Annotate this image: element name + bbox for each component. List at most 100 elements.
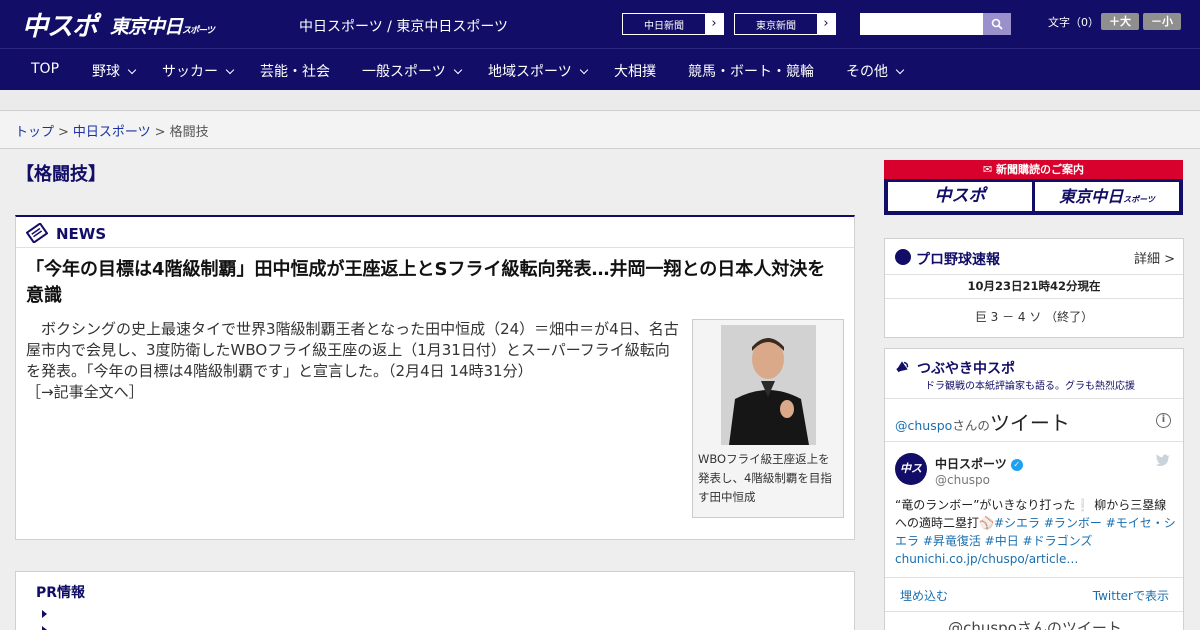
breadcrumb-current: 格闘技 [169, 125, 209, 140]
nav-item-label: 芸能・社会 [260, 64, 330, 80]
nav-item-entertainment[interactable]: 芸能・社会 [260, 61, 330, 81]
photo-caption: WBOフライ級王座返上を発表し、4階級制覇を目指す田中恒成 [698, 452, 832, 504]
nav-item-sumo[interactable]: 大相撲 [614, 61, 656, 81]
pr-title: PR情報 [36, 585, 86, 601]
nav-item-soccer[interactable]: サッカー [162, 61, 235, 81]
bullet-icon [42, 610, 47, 618]
news-headline[interactable]: 「今年の目標は4階級制覇」田中恒成が王座返上とSフライ級転向発表…井岡一翔との日… [26, 257, 836, 309]
news-lead-text: ボクシングの史上最速タイで世界3階級制覇王者となった田中恒成（24）＝畑中＝が4… [26, 320, 679, 380]
chunichi-shimbun-label: 中日新聞 [623, 14, 705, 34]
embed-link[interactable]: 埋め込む [900, 587, 948, 604]
breadcrumb-home-link[interactable]: トップ [15, 125, 54, 140]
subscription-header-text: 新聞購読のご案内 [996, 163, 1085, 176]
breadcrumb-bar: トップ > 中日スポーツ > 格闘技 [0, 111, 1200, 149]
tweet-text: “竜のランボー”がいきなり打った❕ 柳から三塁線への適時二塁打⚾#シエラ #ラン… [895, 496, 1177, 568]
pr-panel: PR情報 [15, 571, 855, 630]
chevron-right-icon: › [823, 16, 829, 31]
baseball-score[interactable]: 巨 3 － 4 ソ （終了） [885, 299, 1183, 325]
chevron-down-icon [127, 65, 137, 75]
tokyo-chunichi-logo[interactable]: 東京中日スポーツ [110, 12, 215, 39]
breadcrumb-separator: > [58, 125, 69, 140]
newspaper-icon [26, 223, 48, 243]
baseball-scores-panel: プロ野球速報 詳細 > 10月23日21時42分現在 巨 3 － 4 ソ （終了… [884, 238, 1184, 338]
chevron-down-icon [453, 65, 462, 75]
subscribe-tokyo-chunichi-text: 東京中日 [1059, 187, 1124, 206]
bullet-icon [42, 626, 47, 630]
tweet-author-handle[interactable]: @chuspo [935, 473, 990, 487]
megaphone-icon [896, 361, 909, 373]
nav-item-label: TOP [31, 61, 60, 77]
nav-item-label: サッカー [162, 64, 218, 80]
tweets-title: つぶやき中スポ [917, 361, 1015, 377]
news-lead: ボクシングの史上最速タイで世界3階級制覇王者となった田中恒成（24）＝畑中＝が4… [26, 319, 681, 403]
chunichi-shimbun-button[interactable]: 中日新聞 › [622, 13, 724, 35]
tweets-divider [885, 441, 1183, 442]
search-icon [991, 18, 1003, 30]
tweets-byline-handle[interactable]: @chuspo [895, 418, 952, 433]
verified-badge-icon: ✓ [1010, 458, 1023, 471]
top-header: 中スポ 東京中日スポーツ 中日スポーツ / 東京中日スポーツ 中日新聞 › 東京… [0, 0, 1200, 48]
boxer-photo-image [721, 325, 816, 445]
info-icon[interactable]: i [1156, 413, 1171, 428]
news-panel: NEWS 「今年の目標は4階級制覇」田中恒成が王座返上とSフライ級転向発表…井岡… [15, 215, 855, 540]
nav-item-baseball[interactable]: 野球 [92, 61, 137, 81]
breadcrumb-section-link[interactable]: 中日スポーツ [73, 125, 151, 140]
baseball-title: プロ野球速報 [916, 252, 1000, 268]
nav-item-label: 大相撲 [614, 64, 656, 80]
tweet-author-name[interactable]: 中日スポーツ ✓ [935, 455, 1023, 472]
tweets-subtitle: ドラ観戦の本紙評論家も語る。グラも熱烈応援 [925, 381, 1135, 392]
tweets-footer: 埋め込む Twitterで表示 [885, 577, 1183, 611]
baseball-icon [895, 249, 911, 265]
nav-item-label: その他 [846, 64, 888, 80]
news-section-title: NEWS [56, 225, 107, 243]
search-button[interactable] [983, 13, 1011, 35]
nav-item-label: 一般スポーツ [362, 64, 446, 80]
news-photo[interactable] [721, 325, 816, 445]
subscribe-tokyo-chunichi-logo[interactable]: 東京中日スポーツ [1035, 182, 1179, 211]
breadcrumb-separator: > [154, 125, 166, 140]
tweets-byline: @chuspoさんのツイート [895, 407, 1070, 436]
nav-item-racing[interactable]: 競馬・ボート・競輪 [688, 61, 814, 81]
tokyo-shimbun-button[interactable]: 東京新聞 › [734, 13, 836, 35]
search-input[interactable] [860, 13, 983, 35]
view-on-twitter-link[interactable]: Twitterで表示 [1093, 587, 1169, 604]
breadcrumb: トップ > 中日スポーツ > 格闘技 [15, 121, 209, 140]
chevron-down-icon [579, 65, 588, 75]
nav-item-label: 競馬・ボート・競輪 [688, 64, 814, 80]
nav-item-local-sports[interactable]: 地域スポーツ [488, 61, 588, 81]
subscribe-tokyo-chunichi-small: スポーツ [1123, 195, 1155, 204]
font-size-label: 文字（0） [1048, 16, 1099, 29]
chevron-down-icon [895, 65, 905, 75]
news-photo-box: WBOフライ級王座返上を発表し、4階級制覇を目指す田中恒成 [692, 319, 844, 518]
chuspo-logo[interactable]: 中スポ [22, 6, 98, 43]
tweets-byline-mid: さんの [952, 418, 990, 433]
avatar[interactable]: 中ス [895, 453, 927, 485]
chevron-down-icon [225, 65, 235, 75]
baseball-timestamp: 10月23日21時42分現在 [885, 275, 1183, 299]
subscribe-chuspo-logo[interactable]: 中スポ [888, 182, 1032, 211]
nav-item-general-sports[interactable]: 一般スポーツ [362, 61, 462, 81]
tweet-link[interactable]: chunichi.co.jp/chuspo/article… [895, 552, 1078, 566]
site-name: 中日スポーツ / 東京中日スポーツ [299, 19, 509, 35]
tweets-header: つぶやき中スポ ドラ観戦の本紙評論家も語る。グラも熱烈応援 [885, 349, 1183, 399]
news-header: NEWS [16, 217, 854, 248]
nav-item-top[interactable]: TOP [31, 61, 59, 77]
tokyo-shimbun-label: 東京新聞 [735, 14, 817, 34]
nav-item-others[interactable]: その他 [846, 61, 905, 81]
subscription-banner[interactable]: ✉ 新聞購読のご案内 中スポ 東京中日スポーツ [884, 160, 1183, 215]
font-bigger-button[interactable]: ＋大 [1101, 13, 1139, 30]
read-more-link[interactable]: ［→記事全文へ］ [26, 383, 144, 401]
sub-nav-strip [0, 90, 1200, 111]
subscription-header: ✉ 新聞購読のご案内 [982, 163, 1085, 176]
font-smaller-button[interactable]: －小 [1143, 13, 1181, 30]
nav-item-label: 地域スポーツ [488, 64, 572, 80]
tweet-author-name-text: 中日スポーツ [935, 457, 1007, 471]
page-title: 【格闘技】 [16, 164, 106, 185]
chevron-right-icon: › [711, 16, 717, 31]
nav-item-label: 野球 [92, 64, 120, 80]
more-tweets-link[interactable]: @chuspoさんのツイート [885, 611, 1183, 630]
twitter-bird-icon[interactable] [1155, 453, 1171, 467]
main-nav: TOP 野球 サッカー 芸能・社会 一般スポーツ 地域スポーツ 大相撲 競馬・ボ… [0, 48, 1200, 90]
baseball-detail-link[interactable]: 詳細 > [1134, 248, 1175, 267]
tweets-byline-big: ツイート [989, 411, 1070, 435]
